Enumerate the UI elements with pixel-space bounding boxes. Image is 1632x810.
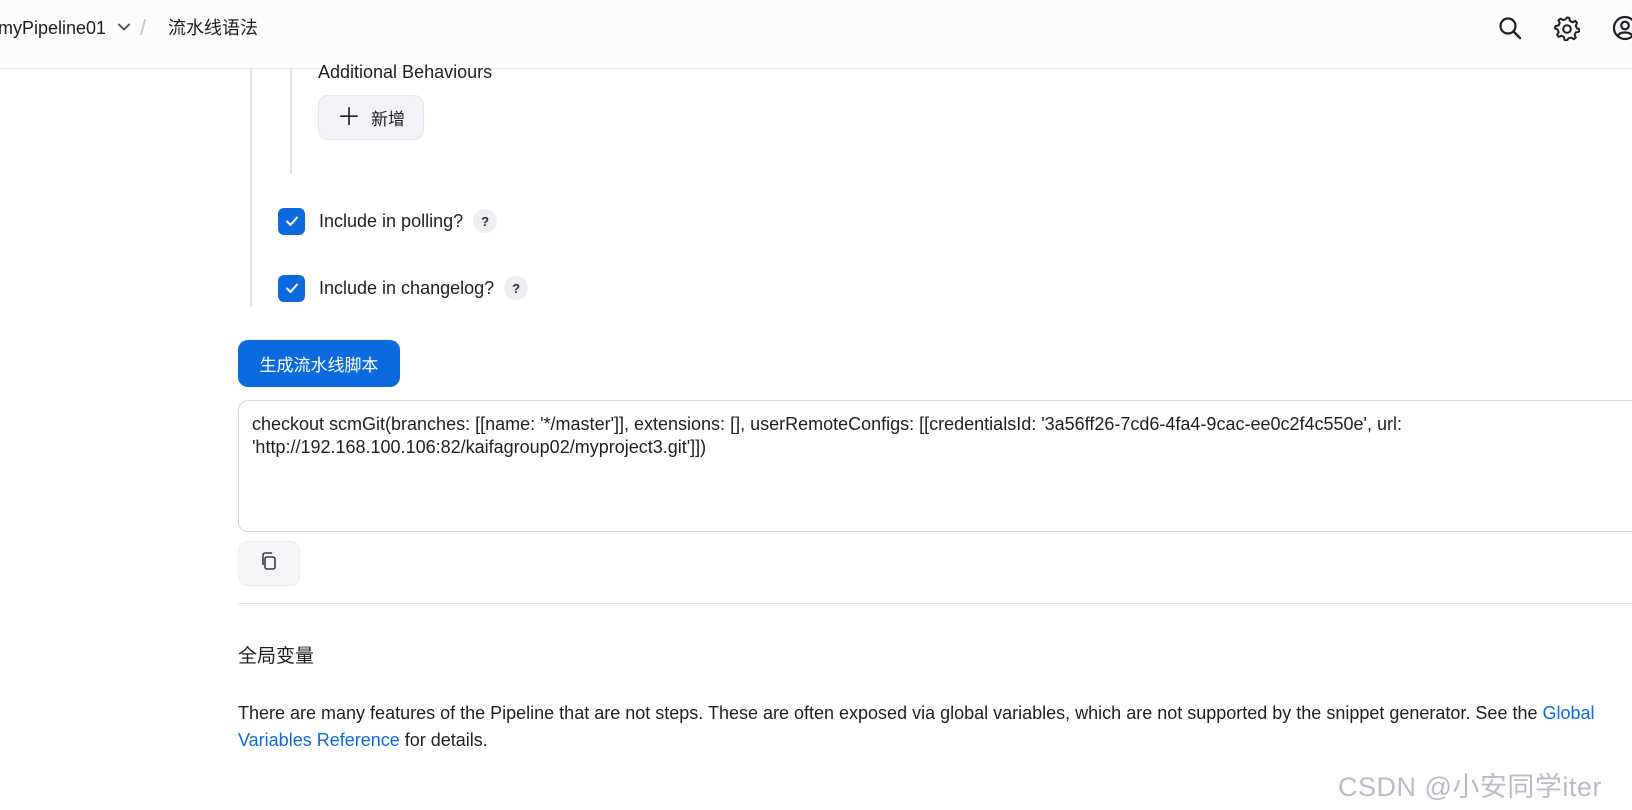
plus-icon: ＋ — [337, 103, 361, 131]
include-changelog-label: Include in changelog? — [319, 277, 495, 298]
generate-pipeline-script-button[interactable]: 生成流水线脚本 — [238, 340, 400, 387]
breadcrumb-separator: / — [140, 15, 147, 40]
watermark: CSDN @小安同学iter — [1338, 772, 1602, 802]
include-changelog-row: Include in changelog? ? — [278, 274, 529, 302]
help-icon[interactable]: ? — [473, 209, 498, 233]
add-behaviour-button[interactable]: ＋ 新增 — [318, 95, 424, 140]
include-polling-row: Include in polling? ? — [278, 207, 498, 235]
gear-icon[interactable] — [1554, 15, 1581, 42]
breadcrumb-job[interactable]: myPipeline01 — [0, 17, 106, 39]
section-guide-line — [250, 68, 252, 307]
add-button-label: 新增 — [371, 110, 405, 129]
description-text: There are many features of the Pipeline … — [238, 703, 1543, 723]
copy-button[interactable] — [238, 541, 300, 586]
section-divider — [238, 603, 1632, 604]
include-changelog-checkbox[interactable] — [278, 274, 305, 302]
include-polling-checkbox[interactable] — [278, 207, 305, 235]
breadcrumb-page-title: 流水线语法 — [168, 18, 258, 38]
help-icon[interactable]: ? — [504, 276, 529, 300]
search-icon[interactable] — [1497, 15, 1523, 41]
subsection-guide-line — [290, 68, 292, 174]
top-bar: myPipeline01 / 流水线语法 — [0, 0, 1632, 69]
copy-icon — [259, 551, 279, 576]
global-variables-description: There are many features of the Pipeline … — [238, 700, 1628, 754]
chevron-down-icon[interactable] — [116, 19, 132, 35]
user-icon[interactable] — [1612, 15, 1632, 41]
additional-behaviours-label: Additional Behaviours — [318, 62, 493, 82]
description-suffix: for details. — [399, 730, 488, 750]
global-variables-title: 全局变量 — [238, 646, 315, 667]
generated-script-textarea[interactable]: checkout scmGit(branches: [[name: '*/mas… — [238, 400, 1632, 532]
include-polling-label: Include in polling? — [319, 210, 464, 231]
